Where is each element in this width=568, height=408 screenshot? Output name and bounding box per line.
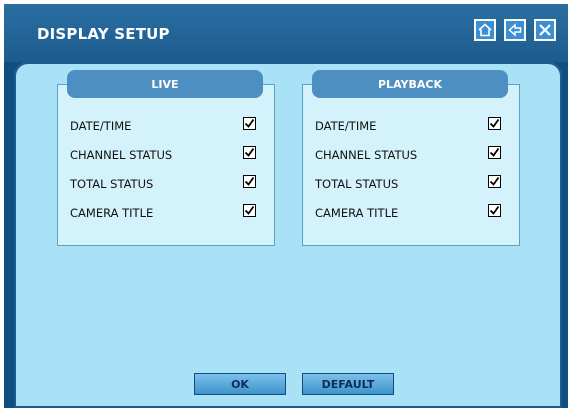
playback-camera-title-label: CAMERA TITLE <box>315 206 399 220</box>
check-icon <box>489 147 500 157</box>
home-button[interactable] <box>474 19 496 41</box>
live-date-time-label: DATE/TIME <box>70 119 132 133</box>
playback-total-status-label: TOTAL STATUS <box>315 177 399 191</box>
check-icon <box>489 118 500 128</box>
live-row-channel-status: CHANNEL STATUS <box>58 144 274 166</box>
playback-row-date-time: DATE/TIME <box>303 115 519 137</box>
check-icon <box>489 176 500 186</box>
playback-date-time-checkbox[interactable] <box>488 117 501 130</box>
title-bar: DISPLAY SETUP <box>4 4 568 62</box>
playback-row-total-status: TOTAL STATUS <box>303 173 519 195</box>
live-channel-status-label: CHANNEL STATUS <box>70 148 173 162</box>
live-panel: DATE/TIME CHANNEL STATUS TOTAL STATUS CA… <box>57 84 275 246</box>
live-date-time-checkbox[interactable] <box>243 117 256 130</box>
live-row-total-status: TOTAL STATUS <box>58 173 274 195</box>
live-panel-header: LIVE <box>67 70 263 98</box>
live-total-status-checkbox[interactable] <box>243 175 256 188</box>
live-row-date-time: DATE/TIME <box>58 115 274 137</box>
live-camera-title-label: CAMERA TITLE <box>70 206 154 220</box>
back-button[interactable] <box>504 19 526 41</box>
display-setup-window: DISPLAY SETUP DATE/TIME CHANNEL STATUS T… <box>4 4 568 408</box>
back-arrow-icon <box>508 23 522 37</box>
playback-channel-status-checkbox[interactable] <box>488 146 501 159</box>
playback-camera-title-checkbox[interactable] <box>488 204 501 217</box>
playback-panel: DATE/TIME CHANNEL STATUS TOTAL STATUS CA… <box>302 84 520 246</box>
home-icon <box>478 23 492 37</box>
playback-channel-status-label: CHANNEL STATUS <box>315 148 418 162</box>
check-icon <box>244 176 255 186</box>
playback-date-time-label: DATE/TIME <box>315 119 377 133</box>
live-row-camera-title: CAMERA TITLE <box>58 202 274 224</box>
check-icon <box>244 205 255 215</box>
check-icon <box>489 205 500 215</box>
default-button[interactable]: DEFAULT <box>302 373 394 395</box>
live-channel-status-checkbox[interactable] <box>243 146 256 159</box>
playback-row-camera-title: CAMERA TITLE <box>303 202 519 224</box>
check-icon <box>244 118 255 128</box>
live-camera-title-checkbox[interactable] <box>243 204 256 217</box>
playback-total-status-checkbox[interactable] <box>488 175 501 188</box>
playback-panel-header: PLAYBACK <box>312 70 508 98</box>
playback-row-channel-status: CHANNEL STATUS <box>303 144 519 166</box>
close-button[interactable] <box>534 19 556 41</box>
close-icon <box>539 24 551 36</box>
live-total-status-label: TOTAL STATUS <box>70 177 154 191</box>
ok-button[interactable]: OK <box>194 373 286 395</box>
check-icon <box>244 147 255 157</box>
window-title: DISPLAY SETUP <box>37 25 170 43</box>
